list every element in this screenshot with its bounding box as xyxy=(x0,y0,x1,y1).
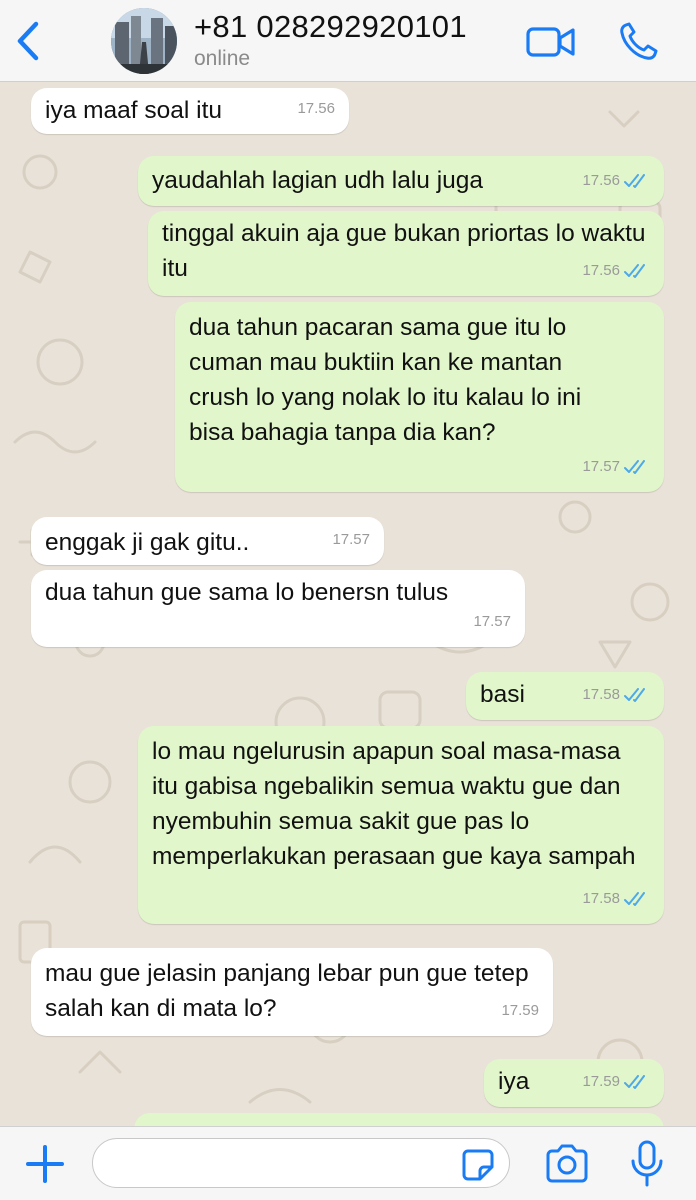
message-text: iya maaf soal itu xyxy=(45,97,223,124)
message-time: 17.56 xyxy=(582,172,620,189)
phone-icon xyxy=(620,22,658,60)
plus-icon xyxy=(26,1145,64,1183)
read-ticks-icon xyxy=(624,687,645,702)
message-time: 17.58 xyxy=(582,686,620,703)
message-meta: 17.57 xyxy=(473,604,511,639)
message-bubble-outgoing[interactable]: iya 17.59 xyxy=(484,1059,664,1107)
message-meta: 17.56 xyxy=(582,163,650,198)
message-time: 17.59 xyxy=(501,1002,539,1019)
microphone-icon xyxy=(631,1140,663,1187)
voice-call-button[interactable] xyxy=(616,20,660,64)
message-text: dua tahun gue sama lo benersn tulus xyxy=(45,579,449,606)
video-call-button[interactable] xyxy=(525,24,577,60)
read-ticks-icon xyxy=(624,459,645,474)
message-meta: 17.57 xyxy=(582,449,650,484)
message-meta: 17.59 xyxy=(582,1064,650,1099)
video-camera-icon xyxy=(526,27,575,57)
microphone-button[interactable] xyxy=(628,1139,666,1189)
read-ticks-icon xyxy=(624,891,645,906)
message-meta: 17.59 xyxy=(501,993,539,1028)
sticker-button[interactable] xyxy=(460,1147,496,1183)
camera-icon xyxy=(546,1144,588,1183)
message-meta: 17.56 xyxy=(297,91,335,126)
message-list[interactable]: iya maaf soal itu 17.56 yaudahlah lagian… xyxy=(0,82,696,1126)
message-bubble-outgoing[interactable]: lo mau ngelurusin apapun soal masa-masa … xyxy=(138,726,664,924)
back-button[interactable] xyxy=(10,18,50,64)
message-bubble-incoming[interactable]: dua tahun gue sama lo benersn tulus 17.5… xyxy=(31,570,525,647)
message-meta: 17.58 xyxy=(582,881,650,916)
camera-button[interactable] xyxy=(544,1143,590,1185)
contact-name[interactable]: +81 028292920101 xyxy=(194,9,467,45)
message-time: 17.57 xyxy=(473,613,511,630)
message-bubble-outgoing[interactable]: dua tahun pacaran sama gue itu lo cuman … xyxy=(175,302,664,492)
message-time: 17.58 xyxy=(582,890,620,907)
contact-status: online xyxy=(194,47,251,70)
message-text: mau gue jelasin panjang lebar pun gue te… xyxy=(45,960,529,1022)
message-time: 17.57 xyxy=(582,458,620,475)
avatar[interactable] xyxy=(111,8,177,74)
message-meta: 17.57 xyxy=(332,522,370,557)
message-bubble-outgoing[interactable]: basi 17.58 xyxy=(466,672,664,720)
message-time: 17.57 xyxy=(332,531,370,548)
message-input-bar xyxy=(0,1126,696,1200)
message-text: enggak ji gak gitu.. xyxy=(45,529,250,556)
message-bubble-incoming[interactable]: iya maaf soal itu 17.56 xyxy=(31,88,349,134)
read-ticks-icon xyxy=(624,1074,645,1089)
message-text: yaudahlah lagian udh lalu juga xyxy=(152,167,484,194)
read-ticks-icon xyxy=(624,263,645,278)
message-time: 17.56 xyxy=(582,262,620,279)
message-meta: 17.58 xyxy=(582,677,650,712)
message-bubble-incoming[interactable]: mau gue jelasin panjang lebar pun gue te… xyxy=(31,948,553,1036)
chevron-left-icon xyxy=(17,21,39,61)
chat-header: +81 028292920101 online xyxy=(0,0,696,82)
message-bubble-outgoing-partial[interactable] xyxy=(134,1113,664,1126)
message-time: 17.59 xyxy=(582,1073,620,1090)
read-ticks-icon xyxy=(624,173,645,188)
message-bubble-incoming[interactable]: enggak ji gak gitu.. 17.57 xyxy=(31,517,384,565)
message-text: tinggal akuin aja gue bukan priortas lo … xyxy=(162,220,646,282)
contact-photo xyxy=(111,8,177,74)
message-text: dua tahun pacaran sama gue itu lo cuman … xyxy=(189,314,582,446)
sticker-icon xyxy=(462,1149,494,1181)
message-time: 17.56 xyxy=(297,100,335,117)
message-bubble-outgoing[interactable]: tinggal akuin aja gue bukan priortas lo … xyxy=(148,211,664,296)
message-input[interactable] xyxy=(92,1138,510,1188)
message-bubble-outgoing[interactable]: yaudahlah lagian udh lalu juga 17.56 xyxy=(138,156,664,206)
message-text: lo mau ngelurusin apapun soal masa-masa … xyxy=(152,738,636,870)
attach-button[interactable] xyxy=(22,1141,68,1187)
message-meta: 17.56 xyxy=(582,253,650,288)
